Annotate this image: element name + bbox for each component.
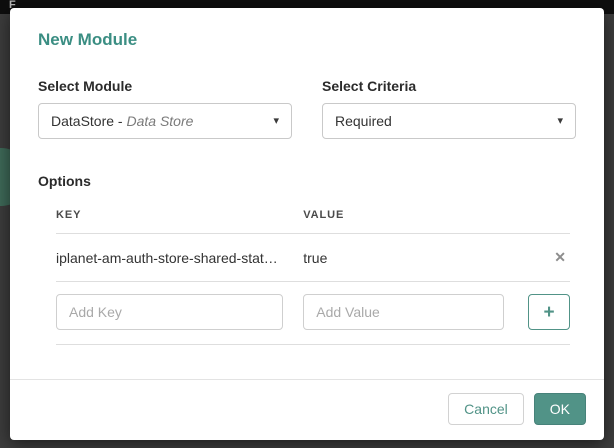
ok-button[interactable]: OK [533,393,586,425]
options-table-header: KEY VALUE [56,199,570,234]
select-module-dropdown[interactable]: DataStore - Data Store ▾ [38,103,292,139]
select-module-field: Select Module DataStore - Data Store ▾ [38,78,292,139]
options-heading: Options [38,173,91,189]
add-option-button[interactable]: + [528,294,570,330]
dialog-title: New Module [38,30,138,49]
option-value: true [303,249,328,266]
key-column-header: KEY [56,209,82,221]
add-value-cell [303,294,524,330]
add-key-cell [56,294,303,330]
remove-row-icon[interactable]: ✕ [550,249,570,266]
select-criteria-field: Select Criteria Required ▾ [322,78,576,139]
chevron-down-icon: ▾ [557,114,563,127]
add-option-row: + [56,282,570,345]
dialog-footer: Cancel OK [10,379,604,440]
select-criteria-label: Select Criteria [322,78,417,94]
select-criteria-value: Required [335,113,392,129]
new-module-dialog: New Module Select Module DataStore - Dat… [10,8,604,440]
add-value-input[interactable] [303,294,504,330]
value-column-header: VALUE [303,209,345,221]
option-key: iplanet-am-auth-store-shared-state-… [56,249,291,266]
add-key-input[interactable] [56,294,284,330]
options-table: KEY VALUE iplanet-am-auth-store-shared-s… [38,199,576,345]
select-module-value: DataStore - Data Store [51,113,194,129]
select-module-label: Select Module [38,78,133,94]
select-fields-row: Select Module DataStore - Data Store ▾ S… [38,78,576,139]
table-row: iplanet-am-auth-store-shared-state-… tru… [56,234,570,282]
cancel-button[interactable]: Cancel [448,393,524,425]
chevron-down-icon: ▾ [273,114,279,127]
select-criteria-dropdown[interactable]: Required ▾ [322,103,576,139]
